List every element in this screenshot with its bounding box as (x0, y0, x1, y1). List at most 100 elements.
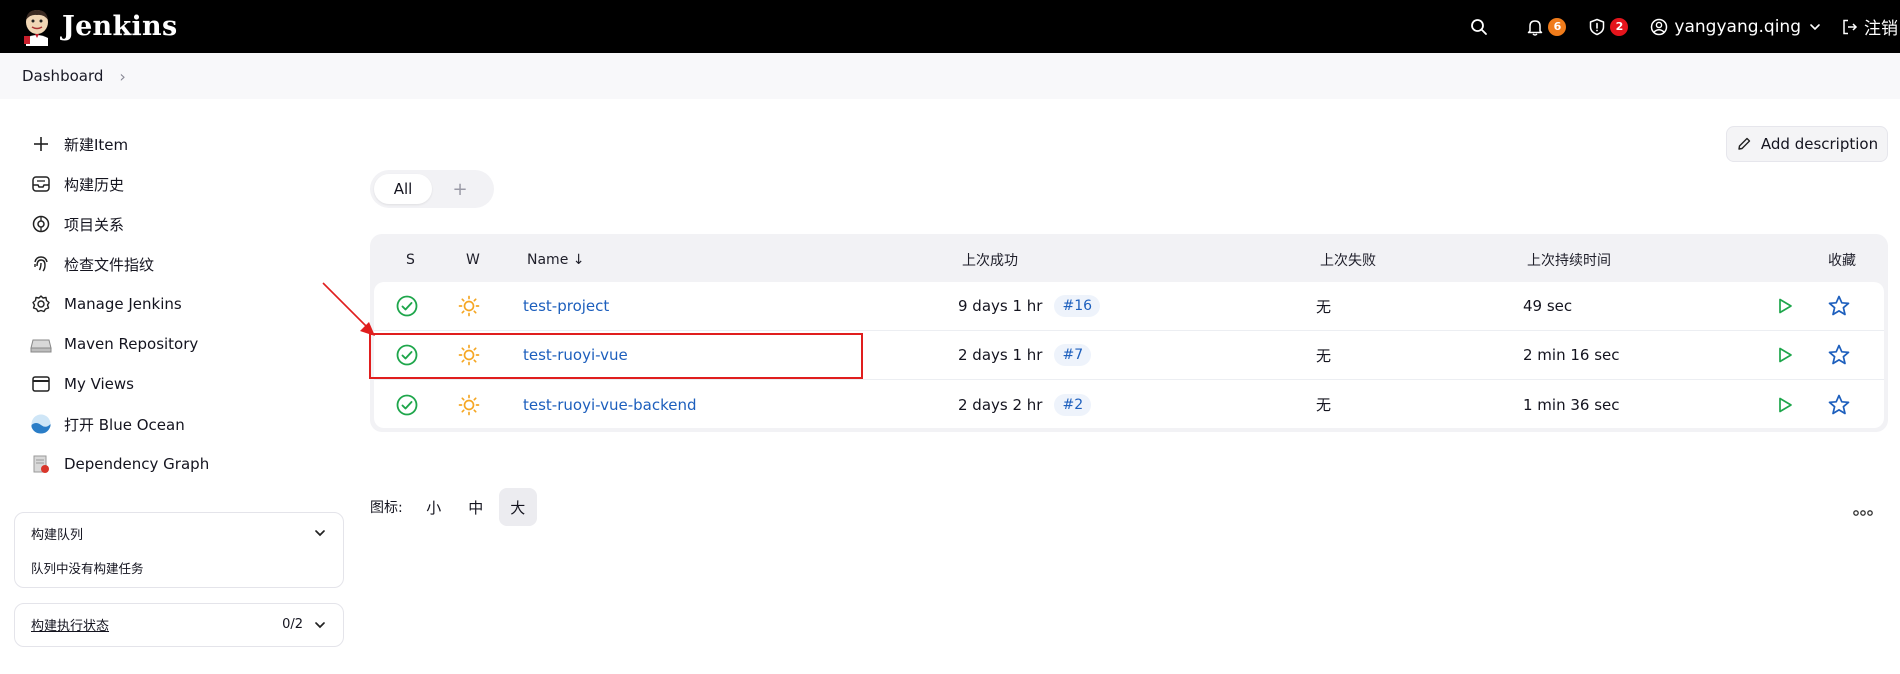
logout-icon (1843, 19, 1858, 34)
search-button[interactable] (1470, 18, 1488, 36)
last-duration-cell: 2 min 16 sec (1523, 346, 1620, 364)
sidebar-item-build-history[interactable]: 构建历史 (14, 164, 344, 204)
view-tabs: All + (370, 170, 494, 208)
sidebar-item-label: 项目关系 (64, 215, 125, 234)
sidebar-item-project-relationship[interactable]: 项目关系 (14, 204, 344, 244)
sidebar-item-label: My Views (64, 375, 134, 393)
sidebar-item-label: Maven Repository (64, 335, 199, 353)
sidebar-item-dependency-graph[interactable]: Dependency Graph (14, 444, 344, 484)
drive-icon (30, 333, 52, 355)
last-success-time: 2 days 1 hr (958, 346, 1043, 364)
build-queue-empty: 队列中没有构建任务 (15, 553, 343, 581)
icon-size-medium[interactable]: 中 (457, 488, 495, 526)
icon-size-selector: 图标: 小 中 大 (370, 488, 537, 526)
success-icon (396, 295, 418, 317)
icon-size-large[interactable]: 大 (498, 488, 537, 526)
star-icon[interactable] (1827, 294, 1851, 318)
shield-icon (1590, 18, 1605, 35)
breadcrumb: Dashboard › (0, 53, 1900, 99)
last-duration-cell: 1 min 36 sec (1523, 395, 1620, 414)
column-header-status[interactable]: S (406, 252, 415, 268)
jenkins-butler-icon (22, 8, 52, 46)
column-header-last-failure[interactable]: 上次失败 (1320, 250, 1376, 270)
star-icon[interactable] (1827, 393, 1851, 417)
sidebar-item-blue-ocean[interactable]: 打开 Blue Ocean (14, 404, 344, 444)
last-failure-cell: 无 (1316, 396, 1332, 414)
sidebar-item-manage-jenkins[interactable]: Manage Jenkins (14, 284, 344, 324)
breadcrumb-dashboard[interactable]: Dashboard (22, 67, 103, 85)
window-icon (30, 373, 52, 395)
last-failure-cell: 无 (1316, 297, 1332, 316)
success-icon (396, 394, 418, 416)
build-number-link[interactable]: #16 (1054, 295, 1101, 317)
icon-size-small[interactable]: 小 (415, 488, 453, 526)
dependency-graph-icon (30, 453, 52, 475)
build-queue-empty-text: 队列中没有构建任务 (31, 560, 144, 576)
last-success-time: 9 days 1 hr (958, 297, 1043, 315)
logout-label: 注销 (1864, 19, 1898, 39)
jenkins-logo[interactable]: Jenkins (22, 8, 177, 46)
username: yangyang.qing (1674, 16, 1801, 37)
plus-icon (30, 133, 52, 155)
app-name: Jenkins (62, 11, 178, 42)
relationship-icon (30, 213, 52, 235)
column-header-weather[interactable]: W (466, 252, 480, 268)
sidebar-item-label: Dependency Graph (64, 455, 210, 473)
sunny-weather-icon (458, 394, 480, 416)
last-failure-cell: 无 (1316, 346, 1332, 365)
tab-all[interactable]: All (374, 174, 432, 204)
sidebar-item-label: 检查文件指纹 (64, 255, 155, 274)
fingerprint-icon (30, 253, 52, 275)
header-actions: 6 2 yangyang.qing 注销 (1470, 0, 1900, 53)
notifications-button[interactable]: 6 (1526, 17, 1567, 36)
last-success-time: 2 days 2 hr (958, 395, 1043, 414)
chevron-down-icon[interactable] (313, 526, 327, 540)
job-link[interactable]: test-project (523, 297, 609, 315)
sidebar-item-label: 构建历史 (64, 175, 125, 194)
table-row: test-project 9 days 1 hr #16 无 49 sec (374, 282, 1884, 331)
bell-icon (1528, 19, 1543, 36)
play-icon[interactable] (1776, 346, 1794, 364)
add-view-button[interactable]: + (432, 179, 488, 200)
table-row: test-ruoyi-vue-backend 2 days 2 hr #2 无 … (374, 380, 1884, 429)
build-executor-panel: 构建执行状态 0/2 (14, 603, 344, 647)
sidebar: 新建Item 构建历史 项目关系 检查文件指纹 Manage Jenkins M… (14, 124, 344, 484)
top-header: Jenkins 6 2 yangyang.qing 注销 (0, 0, 1900, 53)
more-options-icon[interactable] (1853, 498, 1873, 522)
search-icon (1471, 18, 1488, 35)
sidebar-item-my-views[interactable]: My Views (14, 364, 344, 404)
build-number-link[interactable]: #7 (1054, 344, 1092, 366)
notifications-badge: 6 (1548, 17, 1567, 36)
sidebar-item-label: Manage Jenkins (64, 295, 182, 313)
sidebar-item-new-item[interactable]: 新建Item (14, 124, 344, 164)
sidebar-item-fingerprint[interactable]: 检查文件指纹 (14, 244, 344, 284)
table-header: S W Name ↓ 上次成功 上次失败 上次持续时间 收藏 (374, 238, 1884, 282)
chevron-down-icon[interactable] (313, 618, 327, 632)
job-link[interactable]: test-ruoyi-vue-backend (523, 396, 697, 414)
build-number-link[interactable]: #2 (1054, 393, 1092, 416)
blue-ocean-icon (30, 413, 52, 435)
sunny-weather-icon (458, 295, 480, 317)
play-icon[interactable] (1776, 297, 1794, 315)
play-icon[interactable] (1776, 396, 1794, 414)
sidebar-item-label: 打开 Blue Ocean (64, 415, 185, 434)
column-header-last-success[interactable]: 上次成功 (962, 250, 1018, 270)
logout-button[interactable]: 注销 (1841, 14, 1898, 39)
add-description-label: Add description (1760, 135, 1879, 153)
gear-icon (30, 293, 52, 315)
security-button[interactable]: 2 (1588, 17, 1629, 36)
star-icon[interactable] (1827, 343, 1851, 367)
build-executor-title[interactable]: 构建执行状态 (31, 615, 109, 634)
build-queue-panel: 构建队列 队列中没有构建任务 (14, 512, 344, 588)
user-icon (1651, 18, 1668, 35)
column-header-last-duration[interactable]: 上次持续时间 (1527, 250, 1611, 270)
chevron-right-icon[interactable]: › (119, 67, 125, 86)
build-queue-header[interactable]: 构建队列 (15, 513, 343, 553)
add-description-button[interactable]: Add description (1726, 126, 1888, 162)
sidebar-item-maven-repository[interactable]: Maven Repository (14, 324, 344, 364)
chevron-down-icon (1810, 23, 1820, 30)
user-menu[interactable]: yangyang.qing (1650, 17, 1821, 37)
pencil-icon (1738, 137, 1751, 150)
column-header-name[interactable]: Name ↓ (527, 252, 584, 268)
build-executor-header[interactable]: 构建执行状态 0/2 (15, 604, 343, 645)
